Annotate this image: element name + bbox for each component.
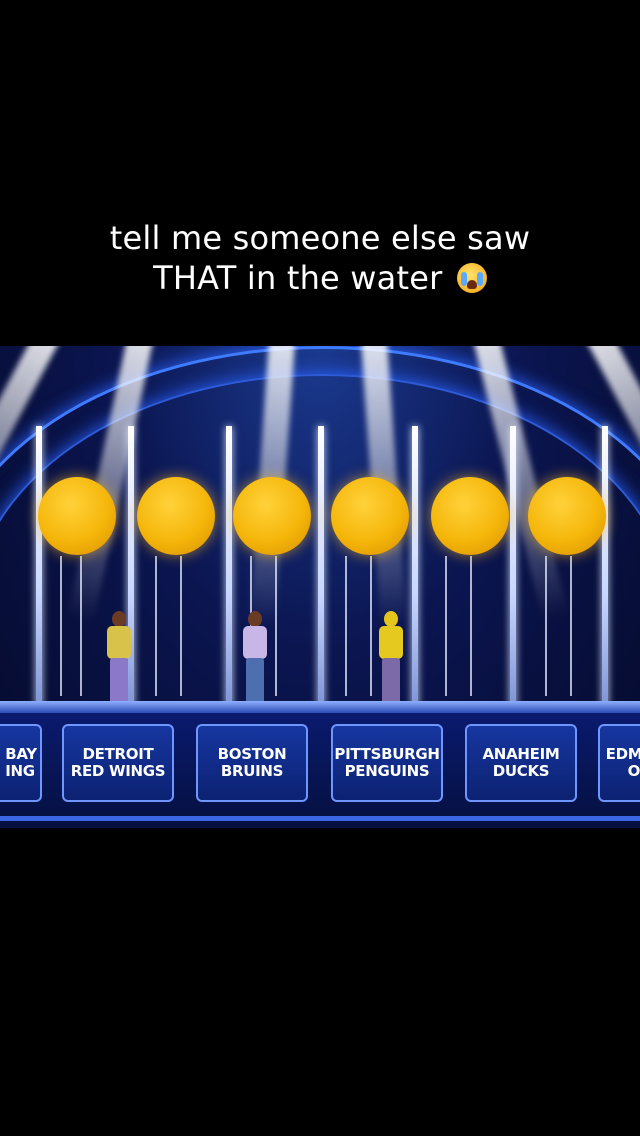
caption-line-2: THAT in the water (0, 258, 640, 298)
team-name-line2: BRUINS (220, 762, 284, 780)
team-slot: PITTSBURGH PENGUINS (331, 724, 443, 802)
team-name-line1: EDM (605, 745, 640, 763)
caption-line-2-text: THAT in the water (153, 259, 443, 297)
team-name-line1: BOSTON (217, 745, 287, 763)
team-name-line1: DETROIT (82, 745, 154, 763)
team-name-line1: BAY (5, 745, 37, 763)
yellow-ball (528, 477, 606, 555)
team-name-line2: ING (5, 762, 35, 780)
yellow-ball (431, 477, 509, 555)
stage-floor (0, 701, 640, 713)
team-name-line2: O (627, 762, 640, 780)
team-name-line2: PENGUINS (344, 762, 430, 780)
contestant (104, 611, 134, 706)
stage-pillar (36, 426, 42, 706)
caption-line-1: tell me someone else saw (109, 219, 531, 257)
team-slot: BOSTON BRUINS (196, 724, 308, 802)
video-caption: tell me someone else saw THAT in the wat… (0, 218, 640, 298)
yellow-ball (38, 477, 116, 555)
team-slot: ANAHEIM DUCKS (465, 724, 577, 802)
yellow-ball (331, 477, 409, 555)
team-slot: DETROIT RED WINGS (62, 724, 174, 802)
stage-pillar (510, 426, 516, 706)
stage-pillar (412, 426, 418, 706)
crying-face-icon (456, 263, 487, 293)
contestant (240, 611, 270, 706)
stage-pillar (226, 426, 232, 706)
board-trim (0, 816, 640, 821)
team-slot: BAY ING (0, 724, 42, 802)
team-name-line2: RED WINGS (70, 762, 166, 780)
team-name-line1: PITTSBURGH (334, 745, 440, 763)
stage-pillar (318, 426, 324, 706)
team-name-line2: DUCKS (492, 762, 550, 780)
yellow-ball (137, 477, 215, 555)
team-name-line1: ANAHEIM (482, 745, 560, 763)
stage-pillar (602, 426, 608, 706)
contestant (376, 611, 406, 706)
yellow-ball (233, 477, 311, 555)
team-slot: EDM O (598, 724, 640, 802)
game-show-stage: BAY ING DETROIT RED WINGS BOSTON BRUINS … (0, 346, 640, 828)
